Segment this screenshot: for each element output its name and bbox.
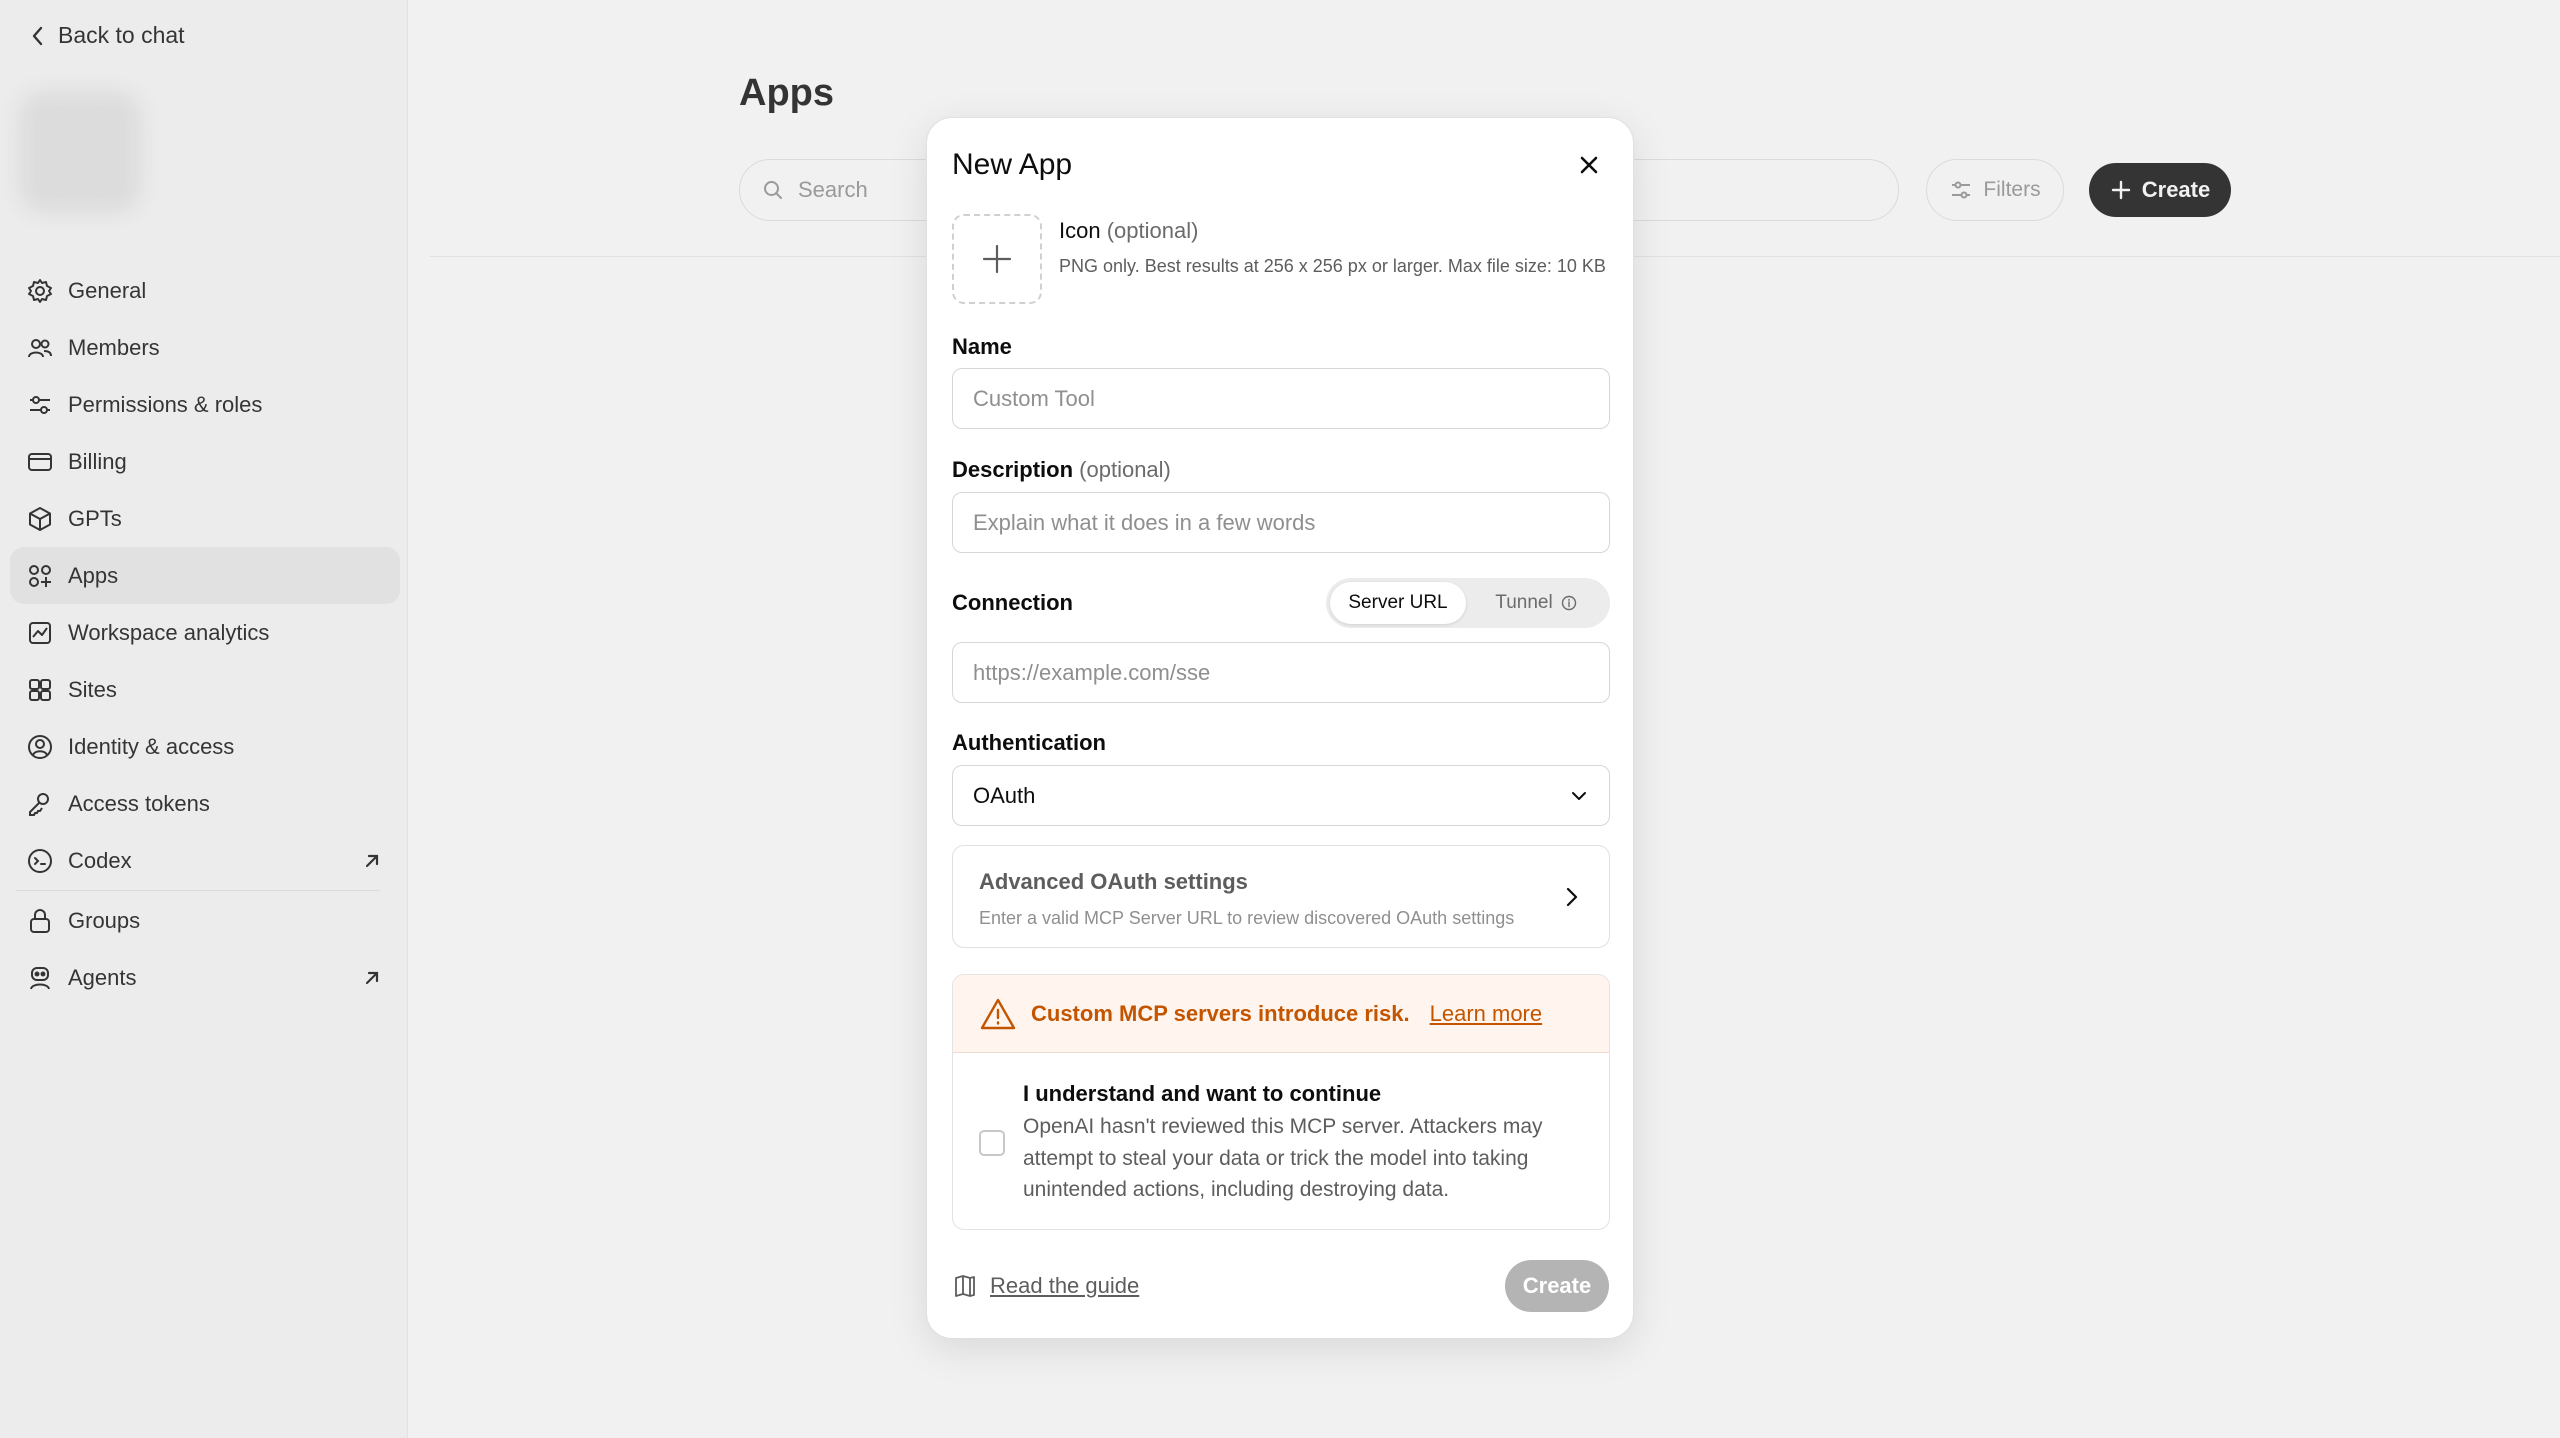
chevron-right-icon [1566,887,1578,907]
close-button[interactable] [1571,147,1607,183]
description-label: Description (optional) [952,457,1171,483]
description-input[interactable] [952,492,1610,553]
description-label-text: Description [952,457,1074,482]
info-icon [1561,595,1576,611]
icon-field-label: Icon (optional) [1059,218,1198,244]
tunnel-label: Tunnel [1495,592,1553,613]
warning-icon [980,998,1016,1029]
name-label: Name [952,334,1012,359]
authentication-label: Authentication [952,730,1106,755]
chevron-down-icon [1572,791,1586,800]
connection-label: Connection [952,590,1073,615]
authentication-value: OAuth [973,782,1036,808]
risk-description: OpenAI hasn't reviewed this MCP server. … [1023,1115,1543,1201]
read-guide-label: Read the guide [990,1273,1140,1298]
risk-warning-text: Custom MCP servers introduce risk. [1031,1000,1410,1026]
understand-label[interactable]: I understand and want to continue [1023,1081,1381,1107]
advanced-oauth-title: Advanced OAuth settings [979,869,1248,894]
plus-icon [982,244,1012,274]
learn-more-link[interactable]: Learn more [1430,1001,1543,1027]
icon-help-text: PNG only. Best results at 256 x 256 px o… [1059,256,1606,276]
risk-ack-section: I understand and want to continue OpenAI… [953,1053,1609,1229]
risk-warning-panel: Custom MCP servers introduce risk. Learn… [952,974,1610,1230]
advanced-oauth-settings[interactable]: Advanced OAuth settings Enter a valid MC… [952,845,1610,948]
authentication-select[interactable]: OAuth [952,765,1610,826]
server-url-option[interactable]: Server URL [1330,582,1466,624]
name-input[interactable] [952,368,1610,429]
icon-label-text: Icon [1059,218,1101,243]
dialog-create-button[interactable]: Create [1505,1260,1609,1312]
server-url-input[interactable] [952,642,1610,703]
optional-tag: (optional) [1079,457,1171,482]
dialog-title: New App [952,148,1073,181]
new-app-dialog: New App Icon (optional) PNG only. Best r… [926,117,1634,1339]
connection-toggle: Server URL Tunnel [1326,578,1610,628]
understand-checkbox[interactable] [979,1130,1005,1156]
read-guide-link[interactable]: Read the guide [952,1273,1139,1299]
optional-tag: (optional) [1106,218,1199,243]
advanced-oauth-subtitle: Enter a valid MCP Server URL to review d… [979,908,1515,928]
icon-upload-button[interactable] [952,214,1042,304]
close-icon [1580,156,1598,174]
book-icon [955,1275,975,1297]
tunnel-option[interactable]: Tunnel [1466,582,1606,624]
risk-warning-header: Custom MCP servers introduce risk. Learn… [953,975,1609,1053]
